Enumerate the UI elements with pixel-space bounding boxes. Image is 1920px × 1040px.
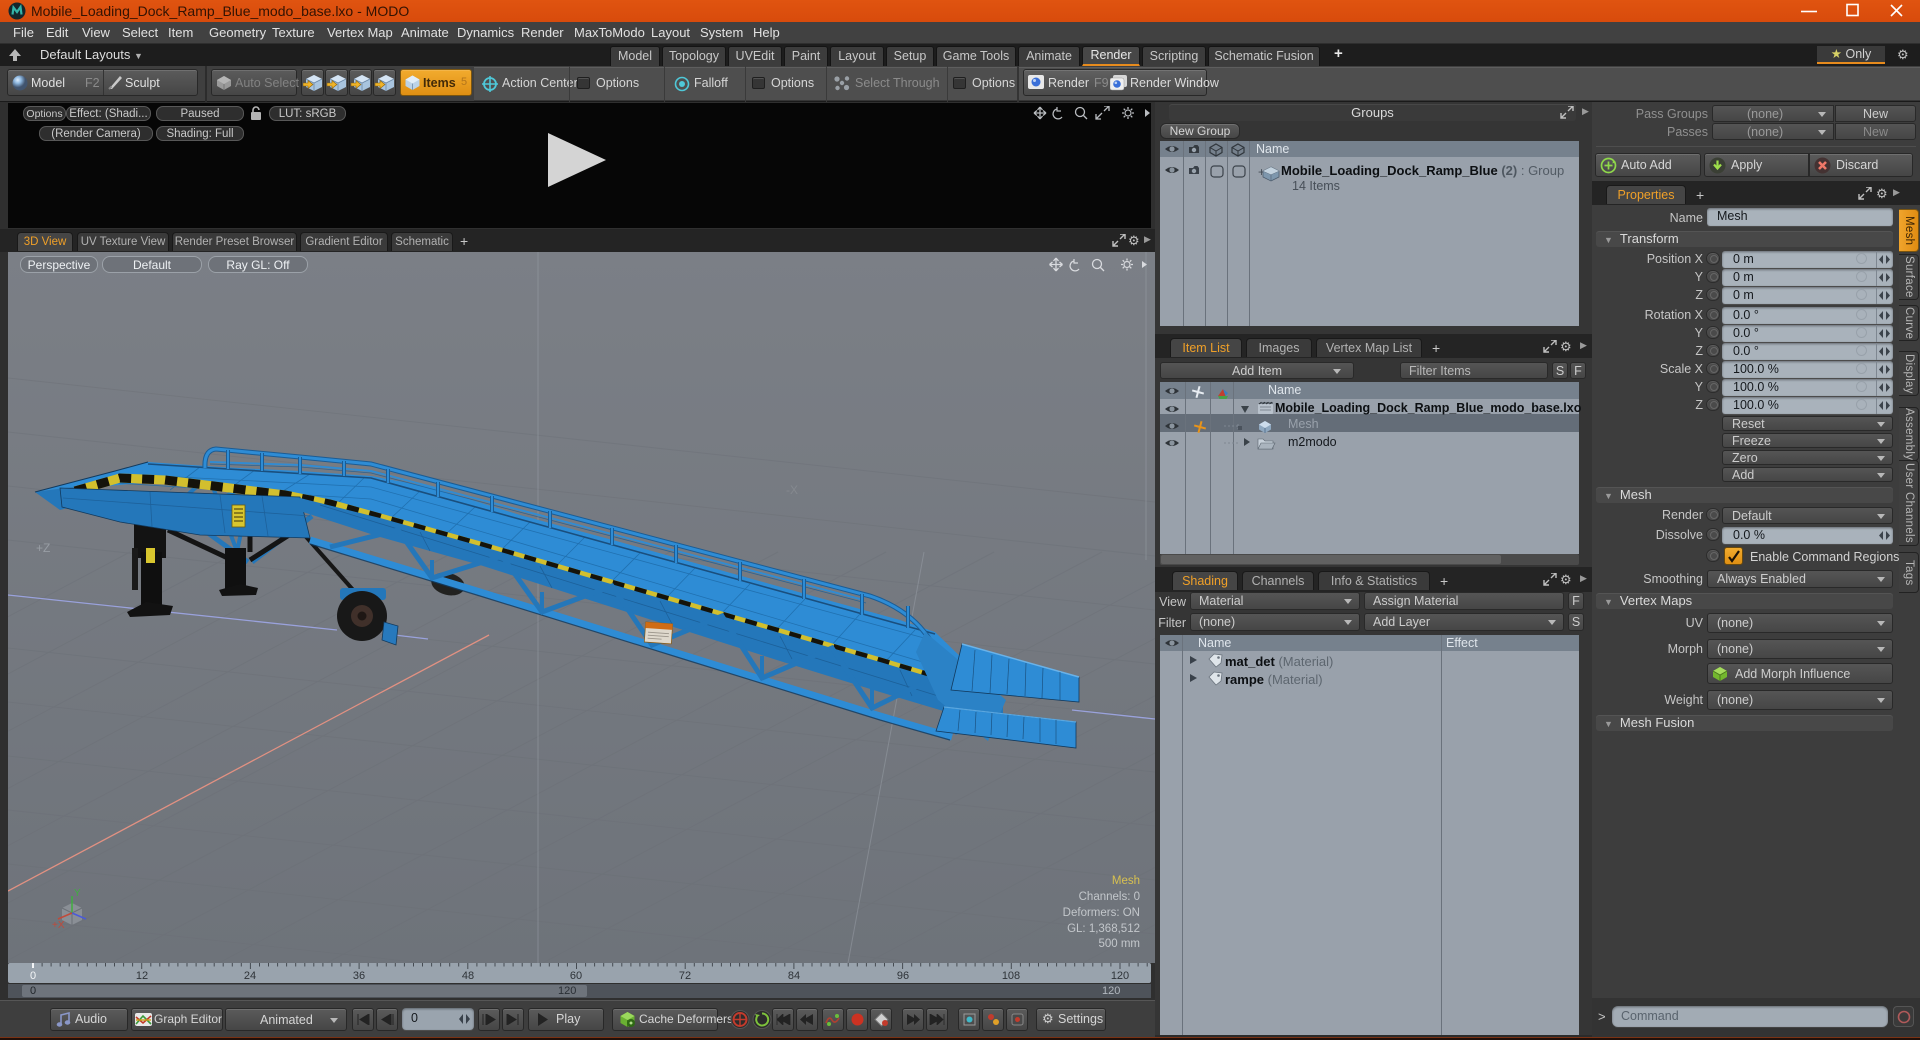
svg-text:+Z: +Z [36, 541, 50, 555]
svg-text:72: 72 [679, 970, 691, 982]
svg-text:+X: +X [52, 920, 65, 931]
svg-text:48: 48 [462, 970, 474, 982]
svg-text:0: 0 [30, 970, 36, 982]
svg-text:96: 96 [897, 970, 909, 982]
svg-text:60: 60 [570, 970, 582, 982]
svg-text:-X: -X [786, 483, 798, 497]
svg-text:108: 108 [1002, 970, 1020, 982]
svg-text:84: 84 [788, 970, 800, 982]
svg-text:12: 12 [136, 970, 148, 982]
svg-text:120: 120 [1111, 970, 1129, 982]
svg-text:36: 36 [353, 970, 365, 982]
svg-text:Y: Y [74, 888, 81, 899]
svg-text:24: 24 [244, 970, 256, 982]
